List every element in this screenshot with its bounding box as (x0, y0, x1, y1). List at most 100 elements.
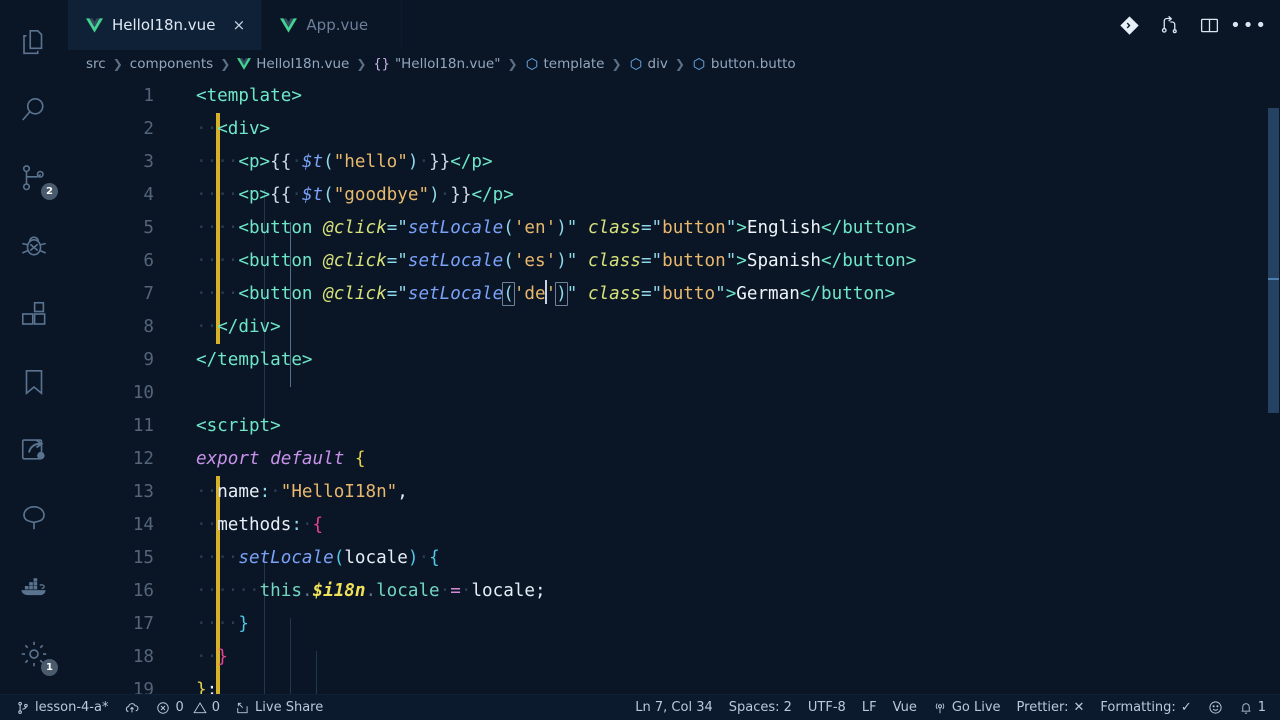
breadcrumb-item-symbol-file[interactable]: {} "HelloI18n.vue" (373, 56, 500, 72)
tab-label: HelloI18n.vue (112, 16, 216, 34)
code-line: 14 ··methods:·{ (68, 509, 1280, 542)
tab-bar: HelloI18n.vue × App.vue ••• (68, 0, 1280, 50)
line-text: ····} (196, 614, 249, 634)
status-branch[interactable]: lesson-4-a* (8, 695, 116, 720)
prettier-state-icon: ✕ (1073, 700, 1085, 715)
run-and-debug-icon[interactable] (0, 212, 68, 280)
text-cursor (544, 280, 547, 304)
line-number: 1 (143, 86, 154, 106)
line-text: ··</div> (196, 317, 281, 337)
line-number: 5 (143, 218, 154, 238)
status-go-live[interactable]: Go Live (925, 695, 1009, 720)
line-number: 6 (143, 251, 154, 271)
code-line: 1 <template> (68, 80, 1280, 113)
warning-count: 0 (211, 700, 221, 715)
braces-icon: {} (373, 56, 390, 72)
status-feedback[interactable] (1200, 695, 1231, 720)
breadcrumb-label: HelloI18n.vue (256, 56, 350, 72)
line-number: 11 (132, 416, 154, 436)
breadcrumb-item-components[interactable]: components (130, 56, 213, 72)
code-editor[interactable]: 1 <template> 2 ··<div> 3 ····<p>{{·$t("h… (68, 78, 1280, 694)
code-line: 5 ····<button @click="setLocale('en')" c… (68, 212, 1280, 245)
symbol-field-icon (629, 57, 643, 71)
status-indentation[interactable]: Spaces: 2 (721, 695, 800, 720)
line-text: <script> (196, 416, 281, 436)
more-actions-icon[interactable]: ••• (1230, 12, 1266, 38)
symbol-field-icon (692, 57, 706, 71)
split-editor-icon[interactable] (1196, 12, 1222, 38)
status-formatting[interactable]: Formatting: ✓ (1092, 695, 1199, 720)
tab-app-vue[interactable]: App.vue (262, 0, 403, 50)
error-icon (156, 701, 170, 715)
manage-settings-icon[interactable]: 1 (0, 620, 68, 688)
gitlens-icon[interactable] (1116, 12, 1142, 38)
line-text: <template> (196, 86, 302, 106)
code-line: 17 ····} (68, 608, 1280, 641)
line-text: ··name:·"HelloI18n", (196, 482, 408, 502)
code-line-active: 7 ····<button @click="setLocale('de')" c… (68, 278, 1280, 311)
line-text: ··<div> (196, 119, 271, 139)
scrollbar-cursor-mark (1268, 278, 1279, 280)
source-control-icon[interactable]: 2 (0, 144, 68, 212)
extensions-icon[interactable] (0, 280, 68, 348)
source-control-badge: 2 (41, 183, 58, 200)
sync-cloud-icon (124, 701, 140, 715)
breadcrumb-item-template[interactable]: template (525, 56, 604, 72)
source-control-branch-icon (16, 701, 30, 715)
line-text: ····<button @click="setLocale('es')" cla… (196, 251, 917, 271)
source-control-fork-icon[interactable] (1156, 12, 1182, 38)
line-text: ··} (196, 647, 228, 667)
breadcrumb-item-file[interactable]: HelloI18n.vue (237, 56, 349, 72)
code-line: 10 (68, 377, 1280, 410)
editor-vertical-scrollbar[interactable] (1266, 78, 1280, 694)
status-cursor-position[interactable]: Ln 7, Col 34 (627, 695, 720, 720)
status-problems[interactable]: 0 0 (148, 695, 228, 720)
code-line: 11 <script> (68, 410, 1280, 443)
breadcrumb-item-div[interactable]: div (629, 56, 668, 72)
line-number: 10 (132, 383, 154, 403)
nx-console-icon[interactable] (0, 484, 68, 552)
scrollbar-thumb[interactable] (1268, 108, 1279, 413)
breadcrumb-item-src[interactable]: src (86, 56, 106, 72)
search-icon[interactable] (0, 76, 68, 144)
breadcrumb-label: components (129, 56, 214, 72)
live-share-icon[interactable] (0, 416, 68, 484)
line-text: }; (196, 680, 218, 694)
close-icon[interactable]: × (230, 17, 247, 34)
manage-badge: 1 (41, 659, 58, 676)
breadcrumb-item-button[interactable]: button.butto (692, 56, 796, 72)
code-line: 18 ··} (68, 641, 1280, 674)
breadcrumb-label: src (86, 56, 106, 72)
line-number: 15 (132, 548, 154, 568)
activity-bar: 2 1 (0, 0, 68, 694)
status-live-share[interactable]: Live Share (228, 695, 331, 720)
status-notifications[interactable]: 1 (1231, 695, 1274, 720)
status-prettier[interactable]: Prettier: ✕ (1009, 695, 1093, 720)
line-text: ····setLocale(locale)·{ (196, 548, 440, 568)
bookmark-icon[interactable] (0, 348, 68, 416)
line-number: 14 (132, 515, 154, 535)
tab-helloi18n-vue[interactable]: HelloI18n.vue × (68, 0, 263, 50)
status-sync[interactable] (116, 695, 148, 720)
line-number: 9 (143, 350, 154, 370)
symbol-field-icon (525, 57, 539, 71)
line-number: 7 (143, 284, 154, 304)
live-share-label: Live Share (255, 700, 324, 715)
line-number: 17 (132, 614, 154, 634)
live-share-icon (236, 701, 250, 715)
line-number: 16 (132, 581, 154, 601)
code-line: 2 ··<div> (68, 113, 1280, 146)
line-text: </template> (196, 350, 313, 370)
explorer-icon[interactable] (0, 8, 68, 76)
code-content: 1 <template> 2 ··<div> 3 ····<p>{{·$t("h… (68, 78, 1280, 694)
code-line: 13 ··name:·"HelloI18n", (68, 476, 1280, 509)
warning-icon (193, 701, 207, 715)
eol-label: LF (861, 700, 877, 715)
status-eol[interactable]: LF (854, 695, 885, 720)
status-encoding[interactable]: UTF-8 (800, 695, 854, 720)
vue-icon (280, 17, 298, 33)
encoding-label: UTF-8 (807, 700, 846, 715)
status-language-mode[interactable]: Vue (885, 695, 925, 720)
docker-icon[interactable] (0, 552, 68, 620)
bell-icon (1239, 701, 1253, 715)
